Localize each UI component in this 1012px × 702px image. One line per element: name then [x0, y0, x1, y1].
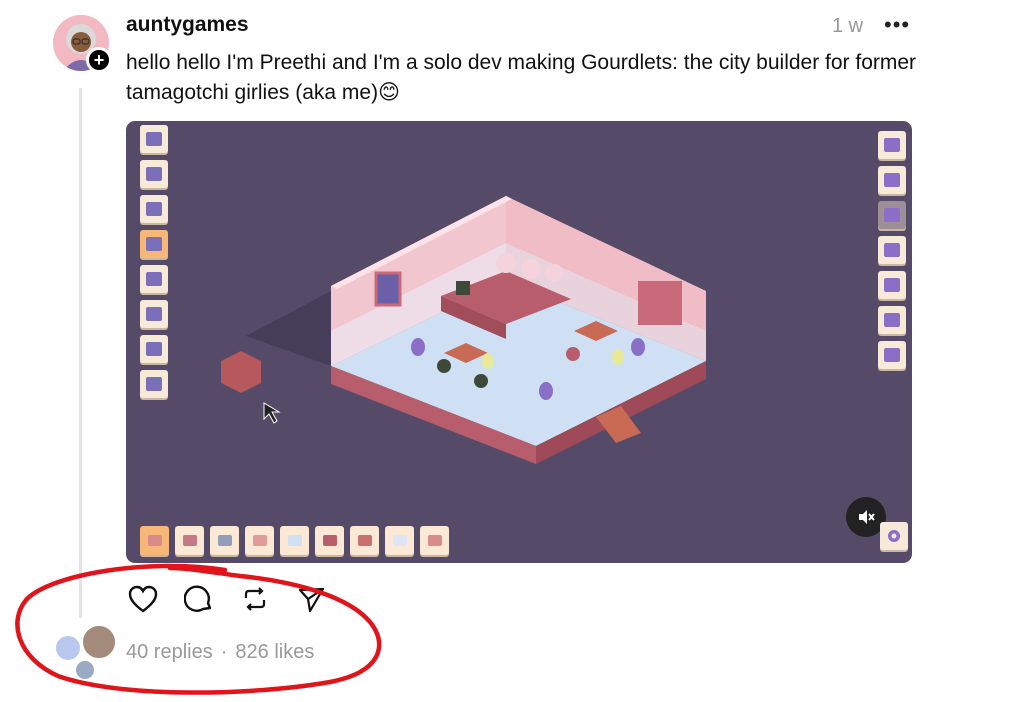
tile-option[interactable]	[385, 526, 414, 555]
post-text: hello hello I'm Preethi and I'm a solo d…	[126, 51, 917, 104]
register	[456, 281, 470, 295]
tile-swatch	[357, 535, 372, 546]
tile-swatch	[322, 535, 337, 546]
tile-swatch	[392, 535, 407, 546]
tile-option[interactable]	[245, 526, 274, 555]
thread-line	[79, 88, 82, 618]
cake-stand-3	[545, 264, 563, 282]
tile-swatch	[182, 535, 197, 546]
gourdlet	[411, 338, 425, 356]
tile-swatch	[252, 535, 267, 546]
tile-option[interactable]	[140, 526, 169, 555]
placement-cube	[221, 351, 261, 393]
annotation-circle	[15, 563, 382, 695]
tile-swatch	[427, 535, 442, 546]
menu-board	[638, 281, 682, 325]
cursor	[263, 402, 281, 424]
more-options-button[interactable]: •••	[884, 12, 910, 38]
stool-3	[566, 347, 580, 361]
tile-option[interactable]	[210, 526, 239, 555]
tile-option[interactable]	[175, 526, 204, 555]
wall-picture	[374, 271, 402, 307]
gear-icon	[888, 530, 900, 542]
tile-swatch	[287, 535, 302, 546]
game-scene	[221, 196, 706, 464]
gourdlet-3	[631, 338, 645, 356]
tile-option[interactable]	[280, 526, 309, 555]
tile-option[interactable]	[315, 526, 344, 555]
gourdlet-5	[612, 349, 624, 365]
stool-2	[474, 374, 488, 388]
tile-option[interactable]	[420, 526, 449, 555]
cake-stand-2	[521, 259, 541, 279]
settings-button[interactable]	[880, 522, 908, 550]
stool	[437, 359, 451, 373]
gourdlet-4	[482, 353, 494, 369]
gourdlet-2	[539, 382, 553, 400]
speaker-muted-icon	[859, 510, 875, 524]
follow-button[interactable]: +	[86, 47, 112, 73]
post-timestamp: 1 w	[832, 15, 864, 37]
cake-stand	[496, 253, 516, 273]
post-username[interactable]: auntygames	[126, 13, 249, 37]
post-video[interactable]	[126, 121, 912, 563]
tile-swatch	[147, 535, 162, 546]
tile-swatch	[217, 535, 232, 546]
tile-option[interactable]	[350, 526, 379, 555]
